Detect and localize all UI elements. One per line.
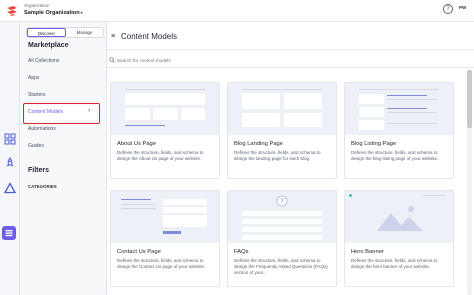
thumb-block: [125, 108, 150, 120]
thumb-block: [163, 215, 207, 227]
card-thumbnail: [228, 83, 336, 135]
card-thumbnail: ?: [228, 191, 336, 243]
sidebar-item-automations[interactable]: Automations: [28, 126, 56, 132]
thumb-block: [242, 235, 322, 240]
thumb-block: [125, 93, 205, 105]
question-circle-icon[interactable]: ?: [443, 4, 453, 14]
thumb-line: [359, 89, 439, 91]
page-title: Content Models: [121, 32, 178, 41]
card-hero-banner[interactable]: Hero Banner Defines the structure, field…: [344, 190, 454, 287]
discover-manage-toggle[interactable]: Discover Manage: [26, 27, 104, 38]
tab-discover[interactable]: Discover: [27, 28, 66, 37]
card-title: About Us Page: [117, 141, 156, 147]
org-name[interactable]: Sample Organization: [24, 10, 80, 16]
thumb-block: [153, 108, 178, 120]
thumb-line: [125, 125, 165, 127]
chevron-right-icon: ›: [88, 107, 91, 114]
categories-filter[interactable]: CATEGORIES: [28, 184, 57, 189]
org-switcher[interactable]: Sample Organization▾: [24, 10, 83, 16]
divider: [107, 49, 474, 50]
thumb-block: [284, 93, 322, 109]
card-title: FAQs: [234, 249, 249, 255]
thumb-line: [387, 108, 427, 110]
card-description: Defines the structure, fields, and schem…: [351, 258, 438, 270]
image-placeholder-icon: [377, 206, 423, 231]
card-about-us-page[interactable]: About Us Page Defines the structure, fie…: [110, 82, 220, 179]
menu-icon[interactable]: ≡: [111, 33, 115, 40]
top-header: Organization Sample Organization▾ ? PW: [0, 0, 474, 22]
card-title: Contact Us Page: [117, 249, 161, 255]
sidebar-item-starters[interactable]: Starters: [28, 92, 46, 98]
thumb-line: [125, 89, 205, 91]
thumb-block: [242, 211, 322, 216]
card-title: Blog Listing Page: [351, 141, 397, 147]
rocket-icon[interactable]: [4, 157, 16, 169]
search-icon: [109, 57, 115, 63]
avatar[interactable]: PW: [459, 5, 472, 14]
card-blog-listing-page[interactable]: Blog Listing Page Defines the structure,…: [344, 82, 454, 179]
card-thumbnail: [345, 191, 453, 243]
thumb-line: [242, 89, 322, 91]
thumb-line: [387, 112, 437, 114]
sidebar-item-content-models[interactable]: Content Models ›: [23, 103, 100, 124]
sidebar-item-guides[interactable]: Guides: [28, 143, 44, 149]
search-input[interactable]: [117, 55, 317, 65]
thumb-block: [284, 113, 322, 127]
thumb-line: [387, 123, 437, 125]
divider: [107, 67, 474, 68]
thumb-line: [387, 95, 427, 97]
card-thumbnail: [345, 83, 453, 135]
thumb-block: [359, 120, 384, 130]
brand-logo-icon[interactable]: [5, 5, 19, 17]
scrollbar-thumb[interactable]: [467, 70, 472, 128]
marketplace-sidebar: Discover Manage Marketplace All Collecti…: [20, 22, 112, 295]
thumb-block: [181, 108, 205, 120]
sidebar-item-label[interactable]: Content Models: [28, 109, 63, 115]
thumb-block: [242, 93, 280, 109]
card-thumbnail: [111, 191, 219, 243]
content-models-icon[interactable]: [2, 226, 16, 240]
marketplace-heading: Marketplace: [28, 42, 69, 49]
card-contact-us-page[interactable]: Contact Us Page Defines the structure, f…: [110, 190, 220, 287]
thumb-block: [242, 113, 280, 127]
icon-rail: [0, 22, 20, 295]
triangle-logo-icon[interactable]: [4, 182, 16, 194]
card-blog-landing-page[interactable]: Blog Landing Page Defines the structure,…: [227, 82, 337, 179]
thumb-line: [121, 208, 156, 210]
thumb-block: [163, 207, 207, 213]
card-description: Defines the structure, fields, and schem…: [117, 258, 206, 270]
apps-grid-icon[interactable]: [4, 133, 16, 145]
thumb-block: [163, 199, 207, 205]
chevron-down-icon[interactable]: ▾: [81, 10, 83, 15]
tab-manage[interactable]: Manage: [66, 28, 103, 37]
filters-heading: Filters: [28, 167, 50, 174]
thumb-line: [387, 99, 437, 101]
sidebar-item-apps[interactable]: Apps: [28, 75, 39, 81]
thumb-block: [359, 107, 384, 117]
main-content: ≡ Content Models About Us Page Defines t…: [107, 22, 474, 295]
org-label: Organization: [24, 3, 50, 8]
card-thumbnail: [111, 83, 219, 135]
thumb-block: [359, 94, 384, 104]
thumb-line: [121, 204, 156, 206]
sidebar-item-all-collections[interactable]: All Collections: [28, 58, 59, 64]
thumb-block: [242, 227, 322, 232]
faq-icon: ?: [276, 195, 288, 207]
thumb-dot: [349, 194, 352, 197]
search-bar[interactable]: [107, 54, 474, 66]
card-description: Defines the structure, fields, and schem…: [351, 150, 439, 162]
card-description: Defines the structure, fields, and schem…: [234, 150, 321, 162]
card-description: Defines the structure, fields, and schem…: [234, 258, 328, 276]
card-title: Blog Landing Page: [234, 141, 283, 147]
thumb-block: [242, 219, 322, 224]
thumb-line: [121, 199, 151, 201]
card-description: Defines the structure, fields, and schem…: [117, 150, 204, 162]
svg-text:?: ?: [280, 198, 284, 206]
scrollbar[interactable]: [467, 70, 472, 295]
thumb-button: [163, 231, 181, 234]
card-faqs[interactable]: ? FAQs Defines the structure, fields, an…: [227, 190, 337, 287]
card-title: Hero Banner: [351, 249, 384, 255]
thumb-line: [423, 195, 445, 197]
